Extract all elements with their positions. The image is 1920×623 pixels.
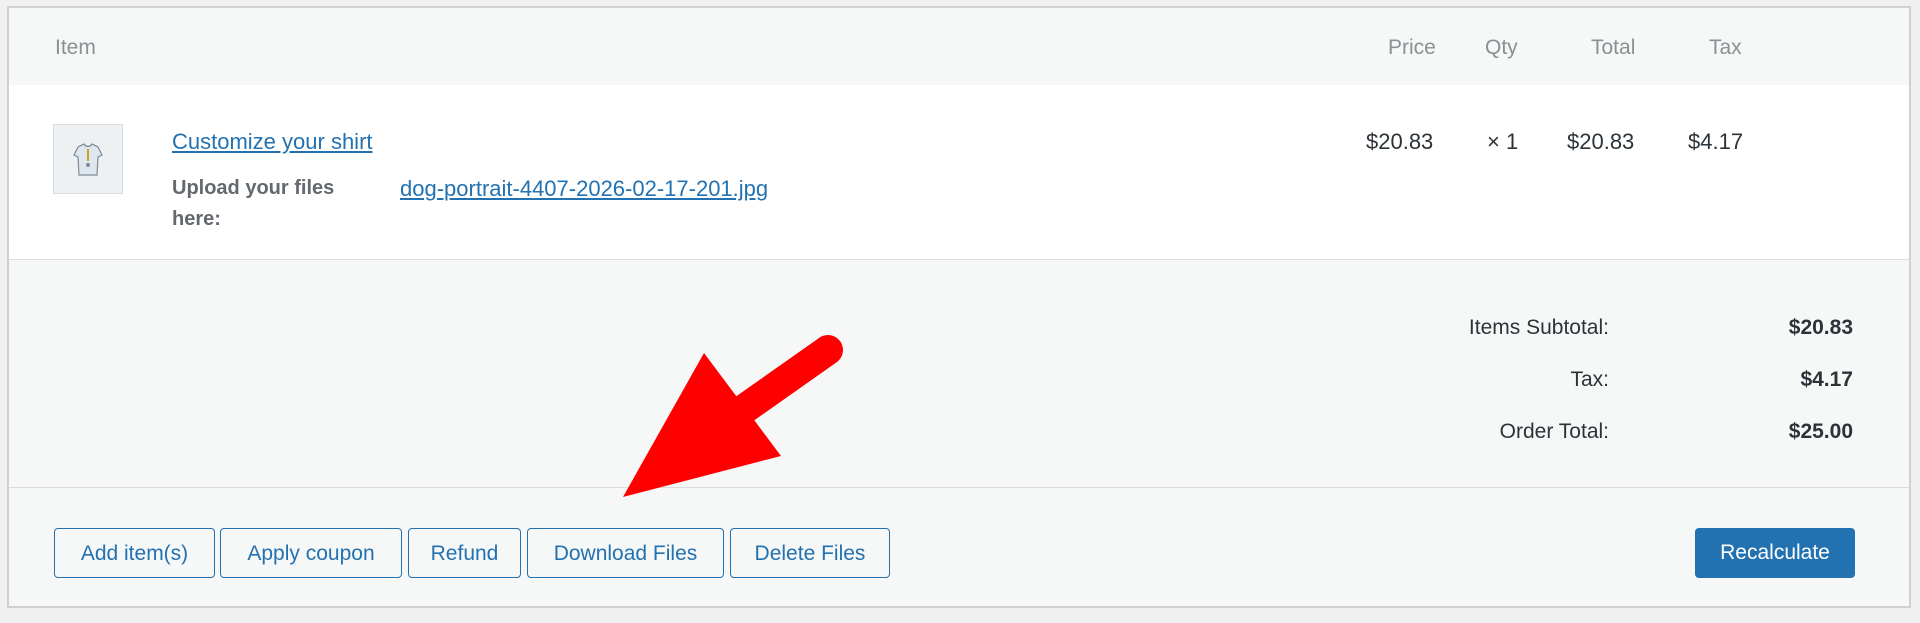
tax-value: $4.17 — [1800, 368, 1853, 391]
column-price: Price — [1388, 36, 1436, 59]
download-files-button[interactable]: Download Files — [527, 528, 724, 578]
subtotal-label: Items Subtotal: — [1468, 316, 1609, 339]
delete-files-button[interactable]: Delete Files — [730, 528, 890, 578]
refund-button[interactable]: Refund — [408, 528, 521, 578]
order-actions-bar: Add item(s) Apply coupon Refund Download… — [9, 488, 1909, 606]
column-qty: Qty — [1485, 36, 1518, 59]
table-row: Customize your shirt Upload your files h… — [9, 85, 1909, 260]
order-total-value: $25.00 — [1788, 420, 1853, 443]
item-total: $20.83 — [1567, 129, 1635, 154]
items-table-header: Item Price Qty Total Tax — [9, 8, 1909, 85]
order-items-panel: Item Price Qty Total Tax Customize your … — [7, 6, 1911, 608]
column-item: Item — [55, 36, 96, 59]
column-total: Total — [1591, 36, 1636, 59]
tax-label: Tax: — [1570, 368, 1609, 391]
product-link[interactable]: Customize your shirt — [172, 129, 373, 155]
subtotal-value: $20.83 — [1788, 316, 1853, 339]
apply-coupon-button[interactable]: Apply coupon — [220, 528, 402, 578]
item-tax: $4.17 — [1688, 129, 1744, 154]
add-items-button[interactable]: Add item(s) — [54, 528, 215, 578]
meta-key-label: Upload your files here: — [172, 177, 335, 230]
column-tax: Tax — [1709, 36, 1742, 59]
shirt-thumbnail-icon[interactable] — [53, 124, 123, 194]
order-totals: Items Subtotal: $20.83 Tax: $4.17 Order … — [9, 260, 1909, 488]
recalculate-button[interactable]: Recalculate — [1695, 528, 1855, 578]
order-total-label: Order Total: — [1499, 420, 1609, 443]
uploaded-file-link[interactable]: dog-portrait-4407-2026-02-17-201.jpg — [400, 173, 768, 204]
item-qty: × 1 — [1487, 129, 1519, 154]
item-price: $20.83 — [1366, 129, 1434, 154]
